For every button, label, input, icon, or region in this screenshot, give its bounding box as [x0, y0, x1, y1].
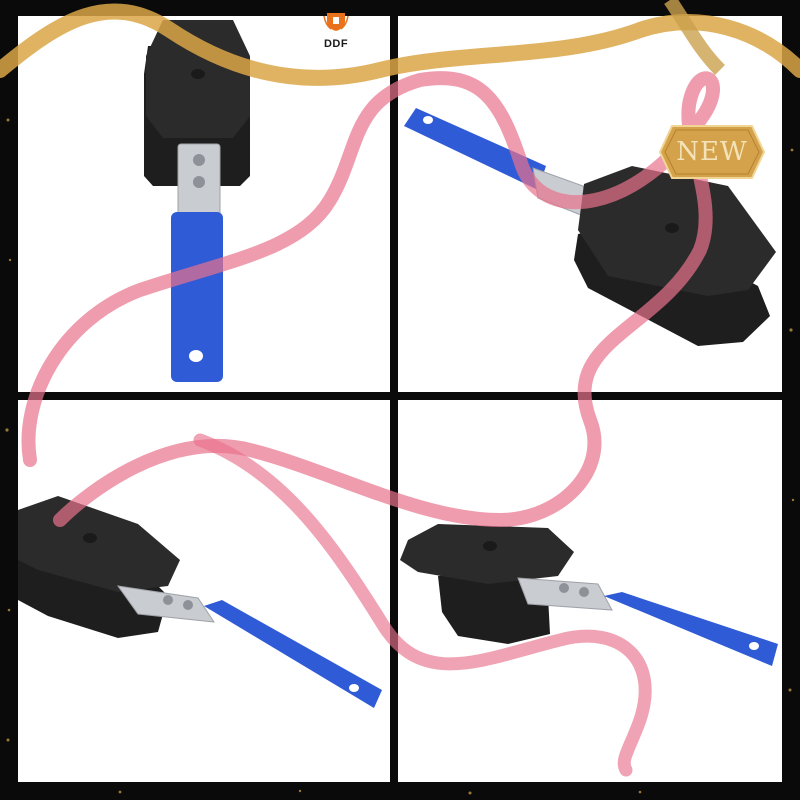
tool-diagonal-illustration	[18, 496, 382, 708]
brand-logo: DDF	[306, 10, 366, 50]
product-photo-top-right	[398, 16, 782, 392]
tool-diagonal-illustration	[404, 108, 776, 346]
product-photo-bottom-right	[398, 400, 782, 782]
brand-logo-text: DDF	[323, 38, 349, 50]
tool-vertical-illustration	[144, 20, 250, 382]
new-badge-label: NEW	[676, 137, 748, 167]
new-badge: NEW	[658, 124, 766, 180]
product-photo-bottom-left	[18, 400, 390, 782]
product-image-frame: DDF NEW	[0, 0, 800, 800]
product-photo-top-left	[18, 16, 390, 392]
crest-shield-icon	[323, 13, 349, 31]
tool-diagonal-illustration	[400, 524, 778, 666]
